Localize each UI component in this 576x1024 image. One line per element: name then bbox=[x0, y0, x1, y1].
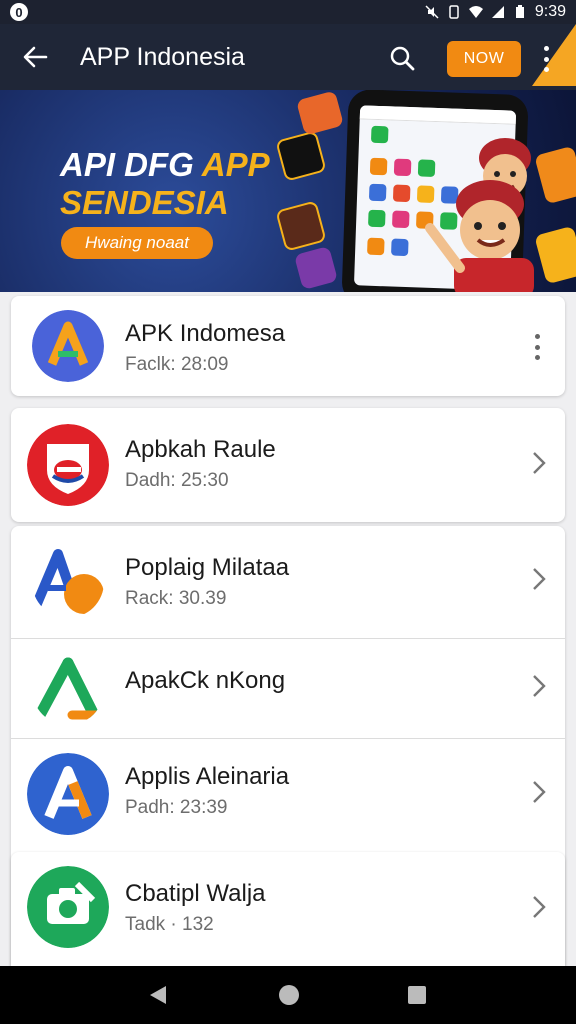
app-name: Poplaig Milataa bbox=[125, 554, 290, 581]
mute-icon bbox=[425, 5, 439, 19]
vibrate-icon bbox=[449, 5, 459, 19]
app-name: Apbkah Raule bbox=[125, 436, 276, 463]
nav-home-icon[interactable] bbox=[277, 983, 301, 1007]
dot-icon bbox=[535, 355, 540, 360]
floating-app-tile-icon bbox=[275, 130, 327, 182]
system-nav-bar bbox=[0, 966, 576, 1024]
app-name: APK Indomesa bbox=[125, 320, 286, 347]
page-title: APP Indonesia bbox=[80, 42, 245, 71]
now-button[interactable]: NOW bbox=[447, 41, 521, 77]
search-icon bbox=[390, 46, 415, 71]
status-bar: 0 9:39 bbox=[0, 0, 576, 24]
dot-icon bbox=[543, 67, 549, 72]
camera-icon bbox=[27, 866, 109, 948]
item-overflow-button[interactable] bbox=[535, 334, 541, 360]
app-name: Applis Aleinaria bbox=[125, 763, 290, 790]
overflow-menu-button[interactable] bbox=[536, 44, 556, 74]
dot-icon bbox=[543, 46, 549, 51]
nav-recents-icon[interactable] bbox=[405, 983, 429, 1007]
floating-app-tile-icon bbox=[293, 245, 339, 291]
app-meta: Dadh: 25:30 bbox=[125, 470, 229, 491]
banner-headline: API DFG APP SENDESIA bbox=[60, 146, 270, 222]
dot-icon bbox=[543, 56, 549, 62]
app-meta: Tadk · 132 bbox=[125, 914, 214, 935]
app-bar: APP Indonesia NOW bbox=[0, 24, 576, 90]
letter-a-blue-icon bbox=[27, 753, 109, 835]
promo-banner[interactable]: API DFG APP SENDESIA Hwaing noaat bbox=[0, 90, 576, 292]
app-meta: Rack: 30.39 bbox=[125, 588, 227, 609]
arrow-back-icon bbox=[23, 46, 48, 68]
banner-headline-part: API DFG bbox=[60, 146, 202, 183]
chevron-right-icon bbox=[533, 896, 546, 918]
banner-cta-button[interactable]: Hwaing noaat bbox=[61, 227, 213, 259]
app-meta: Padh: 23:39 bbox=[125, 797, 228, 818]
shield-e-icon bbox=[27, 424, 109, 506]
mascot-main-icon bbox=[425, 180, 534, 292]
list-item[interactable]: APK Indomesa Faclk: 28:09 bbox=[11, 296, 565, 396]
nav-back-icon[interactable] bbox=[146, 983, 170, 1007]
banner-headline-line2: SENDESIA bbox=[60, 184, 229, 221]
wifi-icon bbox=[468, 6, 483, 18]
floating-app-tile-icon bbox=[275, 200, 327, 252]
app-list-group: Apbkah Raule Dadh: 25:30 bbox=[11, 408, 565, 522]
status-time: 9:39 bbox=[534, 3, 566, 20]
chevron-right-icon bbox=[533, 452, 546, 474]
battery-icon bbox=[515, 5, 524, 18]
list-item[interactable]: ApakCk nKong bbox=[11, 639, 565, 737]
dot-icon bbox=[535, 334, 540, 339]
chevron-right-icon bbox=[533, 568, 546, 590]
app-name: ApakCk nKong bbox=[125, 667, 286, 694]
chevron-right-icon bbox=[533, 675, 546, 697]
dot-icon bbox=[535, 344, 540, 350]
list-item[interactable]: Applis Aleinaria Padh: 23:39 bbox=[11, 739, 565, 849]
back-button[interactable] bbox=[0, 24, 70, 90]
banner-headline-accent: APP bbox=[201, 146, 270, 183]
status-icons: 9:39 bbox=[425, 3, 566, 21]
list-item[interactable]: Cbatipl Walja Tadk · 132 bbox=[11, 852, 565, 966]
search-button[interactable] bbox=[382, 38, 422, 78]
notification-badge: 0 bbox=[10, 3, 28, 21]
app-meta: Faclk: 28:09 bbox=[125, 354, 229, 375]
letter-a-icon bbox=[32, 310, 104, 382]
app-name: Cbatipl Walja bbox=[125, 880, 266, 907]
letter-a-green-icon bbox=[34, 657, 103, 721]
letter-a-orange-icon bbox=[32, 549, 104, 614]
floating-app-tile-icon bbox=[296, 90, 344, 136]
list-item[interactable]: Poplaig Milataa Rack: 30.39 bbox=[11, 526, 565, 638]
signal-icon bbox=[491, 6, 504, 18]
chevron-right-icon bbox=[533, 781, 546, 803]
